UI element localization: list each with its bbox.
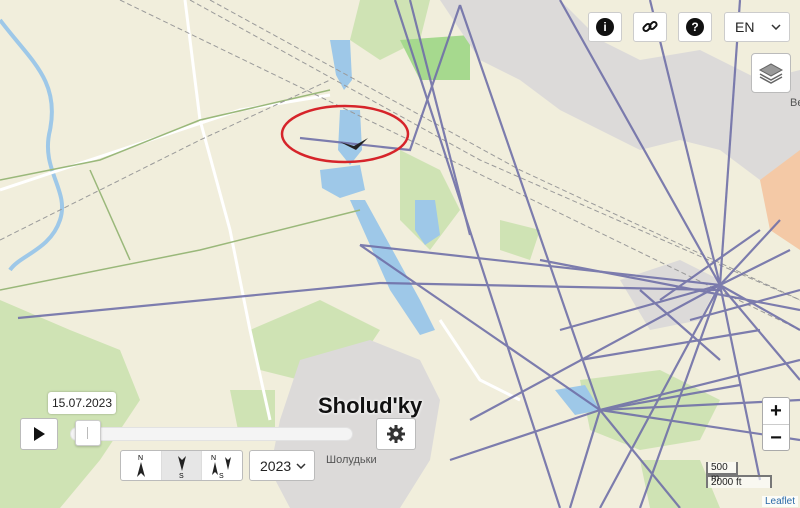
link-icon bbox=[642, 20, 658, 33]
orientation-both-button[interactable]: N S bbox=[202, 451, 242, 480]
language-select[interactable]: EN bbox=[724, 12, 790, 42]
zoom-in-button[interactable]: + bbox=[763, 398, 789, 425]
timeline-date-tooltip: 15.07.2023 bbox=[48, 392, 116, 414]
gear-icon bbox=[387, 425, 405, 443]
year-select[interactable]: 2023 bbox=[249, 450, 315, 481]
language-value: EN bbox=[735, 19, 755, 35]
scale-metric: 500 m bbox=[706, 462, 738, 484]
info-button[interactable]: i bbox=[588, 12, 622, 42]
orientation-north-button[interactable]: N bbox=[121, 451, 162, 480]
share-link-button[interactable] bbox=[633, 12, 667, 42]
scale-bar: 500 m 2000 ft bbox=[706, 462, 776, 488]
attribution-link[interactable]: Leaflet bbox=[762, 496, 799, 507]
timeline-slider-track[interactable] bbox=[70, 427, 353, 441]
svg-text:S: S bbox=[179, 473, 184, 479]
chevron-down-icon bbox=[296, 462, 306, 469]
layers-icon bbox=[758, 63, 784, 84]
svg-text:N: N bbox=[211, 455, 216, 462]
play-button[interactable] bbox=[20, 418, 58, 450]
south-arrow-icon: S bbox=[177, 455, 186, 479]
town-label: Sholud'ky bbox=[318, 393, 423, 418]
town-label-local: Шолудьки bbox=[326, 454, 377, 466]
svg-text:S: S bbox=[219, 473, 224, 479]
layers-button[interactable] bbox=[751, 53, 791, 93]
map-edge-label: Be bbox=[790, 97, 800, 109]
help-icon: ? bbox=[686, 18, 704, 36]
info-icon: i bbox=[596, 18, 614, 36]
timeline-slider-handle[interactable] bbox=[75, 420, 102, 446]
play-icon bbox=[34, 427, 45, 441]
orientation-group: N S N S bbox=[120, 450, 243, 481]
zoom-control: + − bbox=[762, 397, 790, 451]
zoom-out-button[interactable]: − bbox=[763, 425, 789, 451]
north-south-arrows-icon: N S bbox=[211, 455, 232, 479]
scale-imperial: 2000 ft bbox=[706, 475, 772, 488]
help-button[interactable]: ? bbox=[678, 12, 712, 42]
year-value: 2023 bbox=[260, 457, 292, 474]
svg-text:N: N bbox=[138, 455, 143, 462]
north-arrow-icon: N bbox=[136, 455, 145, 477]
settings-button[interactable] bbox=[376, 418, 416, 450]
chevron-down-icon bbox=[771, 24, 781, 30]
orientation-south-button[interactable]: S bbox=[161, 451, 203, 480]
